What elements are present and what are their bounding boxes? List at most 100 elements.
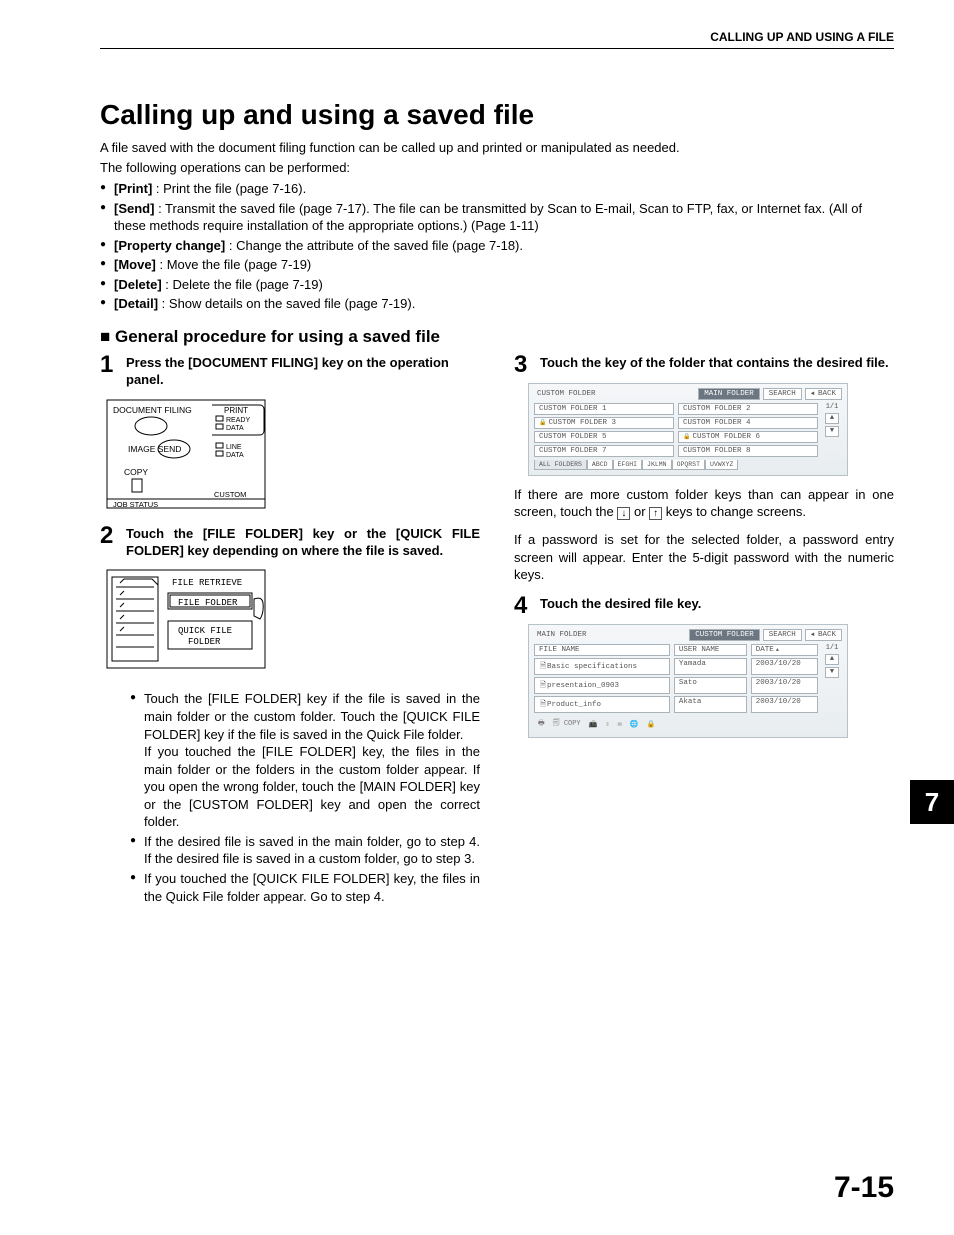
screen4-title: MAIN FOLDER bbox=[534, 630, 686, 640]
mode-icons-bar: 🖶 🗐 COPY 📠 ⇧ ✉ 🌐 🔒 bbox=[534, 717, 842, 732]
folder-key[interactable]: CUSTOM FOLDER 5 bbox=[534, 431, 674, 443]
svg-text:FOLDER: FOLDER bbox=[188, 637, 221, 647]
step-2: 2 Touch the [FILE FOLDER] key or the [QU… bbox=[100, 524, 480, 560]
tab-efghi[interactable]: EFGHI bbox=[613, 460, 643, 470]
manual-page: CALLING UP AND USING A FILE Calling up a… bbox=[0, 0, 954, 1235]
page-title: Calling up and using a saved file bbox=[100, 99, 894, 131]
alphabet-tabs: ALL FOLDERS ABCD EFGHI JKLMN OPQRST UVWX… bbox=[534, 460, 842, 470]
svg-text:QUICK FILE: QUICK FILE bbox=[178, 626, 232, 636]
op-send: [Send] : Transmit the saved file (page 7… bbox=[100, 200, 894, 235]
right-column: 3 Touch the key of the folder that conta… bbox=[514, 353, 894, 907]
page-indicator: 1/1 bbox=[826, 644, 839, 652]
svg-text:CUSTOM: CUSTOM bbox=[214, 490, 246, 499]
operation-panel-illustration: DOCUMENT FILING PRINT READY DATA IMAGE S… bbox=[106, 399, 266, 509]
file-list-screen: MAIN FOLDER CUSTOM FOLDER SEARCH BACK FI… bbox=[528, 624, 848, 738]
file-date: 2003/10/20 bbox=[751, 658, 818, 675]
procedure-heading: General procedure for using a saved file bbox=[100, 327, 894, 347]
chapter-tab: 7 bbox=[910, 780, 954, 824]
file-date: 2003/10/20 bbox=[751, 696, 818, 713]
file-key[interactable]: 🗎Basic specifications bbox=[534, 658, 670, 675]
file-key[interactable]: 🗎Product_info bbox=[534, 696, 670, 713]
main-folder-button[interactable]: MAIN FOLDER bbox=[698, 388, 760, 400]
tab-jklmn[interactable]: JKLMN bbox=[642, 460, 672, 470]
op-detail: [Detail] : Show details on the saved fil… bbox=[100, 295, 894, 313]
svg-text:JOB STATUS: JOB STATUS bbox=[113, 500, 158, 509]
search-button[interactable]: SEARCH bbox=[763, 388, 802, 400]
step-2-note-2: If the desired file is saved in the main… bbox=[130, 833, 480, 868]
tab-abcd[interactable]: ABCD bbox=[587, 460, 613, 470]
svg-text:DATA: DATA bbox=[226, 425, 244, 432]
folder-key-locked[interactable]: CUSTOM FOLDER 6 bbox=[678, 431, 818, 443]
up-arrow-icon: ↑ bbox=[649, 507, 662, 520]
step-1-text: Press the [DOCUMENT FILING] key on the o… bbox=[126, 353, 480, 389]
folder-key[interactable]: CUSTOM FOLDER 4 bbox=[678, 417, 818, 429]
svg-text:LINE: LINE bbox=[226, 444, 242, 451]
op-move: [Move] : Move the file (page 7-19) bbox=[100, 256, 894, 274]
svg-text:PRINT: PRINT bbox=[224, 406, 248, 415]
col-filename[interactable]: FILE NAME bbox=[534, 644, 670, 656]
custom-folder-button[interactable]: CUSTOM FOLDER bbox=[689, 629, 760, 641]
back-button[interactable]: BACK bbox=[805, 388, 842, 400]
tab-opqrst[interactable]: OPQRST bbox=[672, 460, 705, 470]
globe-icon: 🌐 bbox=[630, 720, 639, 729]
file-user: Akata bbox=[674, 696, 747, 713]
scroll-down-button[interactable]: ▼ bbox=[825, 426, 839, 437]
op-delete: [Delete] : Delete the file (page 7-19) bbox=[100, 276, 894, 294]
operations-list: [Print] : Print the file (page 7-16). [S… bbox=[100, 180, 894, 313]
step-2-notes: Touch the [FILE FOLDER] key if the file … bbox=[130, 690, 480, 905]
intro-block: A file saved with the document filing fu… bbox=[100, 139, 894, 176]
step-number-2: 2 bbox=[100, 524, 120, 560]
svg-text:DATA: DATA bbox=[226, 452, 244, 459]
file-retrieve-illustration: FILE RETRIEVE FILE FOLDER QUICK FILE FOL… bbox=[106, 569, 266, 669]
folder-key[interactable]: CUSTOM FOLDER 1 bbox=[534, 403, 674, 415]
folder-key[interactable]: CUSTOM FOLDER 8 bbox=[678, 445, 818, 457]
folder-key[interactable]: CUSTOM FOLDER 7 bbox=[534, 445, 674, 457]
tab-all[interactable]: ALL FOLDERS bbox=[534, 460, 587, 470]
svg-text:IMAGE SEND: IMAGE SEND bbox=[128, 444, 181, 454]
running-header: CALLING UP AND USING A FILE bbox=[100, 30, 894, 49]
step-number-1: 1 bbox=[100, 353, 120, 389]
file-user: Yamada bbox=[674, 658, 747, 675]
search-button[interactable]: SEARCH bbox=[763, 629, 802, 641]
step-3-text: Touch the key of the folder that contain… bbox=[540, 353, 889, 377]
copy-mode-icon: 🗐 COPY bbox=[553, 719, 581, 730]
step-3-para-1: If there are more custom folder keys tha… bbox=[514, 486, 894, 521]
step-2-note-1: Touch the [FILE FOLDER] key if the file … bbox=[130, 690, 480, 830]
file-date: 2003/10/20 bbox=[751, 677, 818, 694]
col-date[interactable]: DATE bbox=[751, 644, 818, 656]
step-2-text: Touch the [FILE FOLDER] key or the [QUIC… bbox=[126, 524, 480, 560]
tab-uvwxyz[interactable]: UVWXYZ bbox=[705, 460, 738, 470]
step-3-para-2: If a password is set for the selected fo… bbox=[514, 531, 894, 584]
file-key[interactable]: 🗎presentaion_0903 bbox=[534, 677, 670, 694]
folder-key[interactable]: CUSTOM FOLDER 2 bbox=[678, 403, 818, 415]
left-column: 1 Press the [DOCUMENT FILING] key on the… bbox=[100, 353, 480, 907]
lock-icon: 🔒 bbox=[647, 720, 656, 729]
down-arrow-icon: ↓ bbox=[617, 507, 630, 520]
back-button[interactable]: BACK bbox=[805, 629, 842, 641]
svg-text:READY: READY bbox=[226, 417, 250, 424]
folder-key-locked[interactable]: CUSTOM FOLDER 3 bbox=[534, 417, 674, 429]
step-number-3: 3 bbox=[514, 353, 534, 377]
step-4-text: Touch the desired file key. bbox=[540, 594, 701, 618]
file-user: Sato bbox=[674, 677, 747, 694]
screen3-title: CUSTOM FOLDER bbox=[534, 389, 695, 399]
page-number: 7-15 bbox=[834, 1171, 894, 1205]
scroll-up-button[interactable]: ▲ bbox=[825, 654, 839, 665]
printer-icon: 🖶 bbox=[538, 719, 545, 730]
send-icon: 📠 bbox=[589, 720, 598, 729]
scroll-up-button[interactable]: ▲ bbox=[825, 413, 839, 424]
ifax-icon: ✉ bbox=[618, 720, 622, 729]
svg-text:FILE FOLDER: FILE FOLDER bbox=[178, 598, 238, 608]
step-number-4: 4 bbox=[514, 594, 534, 618]
step-3: 3 Touch the key of the folder that conta… bbox=[514, 353, 894, 377]
scan-icon: ⇧ bbox=[605, 720, 609, 729]
svg-text:FILE RETRIEVE: FILE RETRIEVE bbox=[172, 578, 242, 588]
scroll-down-button[interactable]: ▼ bbox=[825, 667, 839, 678]
intro-line-1: A file saved with the document filing fu… bbox=[100, 139, 894, 157]
svg-text:COPY: COPY bbox=[124, 467, 148, 477]
page-indicator: 1/1 bbox=[826, 403, 839, 411]
col-username[interactable]: USER NAME bbox=[674, 644, 747, 656]
step-1: 1 Press the [DOCUMENT FILING] key on the… bbox=[100, 353, 480, 389]
step-4: 4 Touch the desired file key. bbox=[514, 594, 894, 618]
op-print: [Print] : Print the file (page 7-16). bbox=[100, 180, 894, 198]
